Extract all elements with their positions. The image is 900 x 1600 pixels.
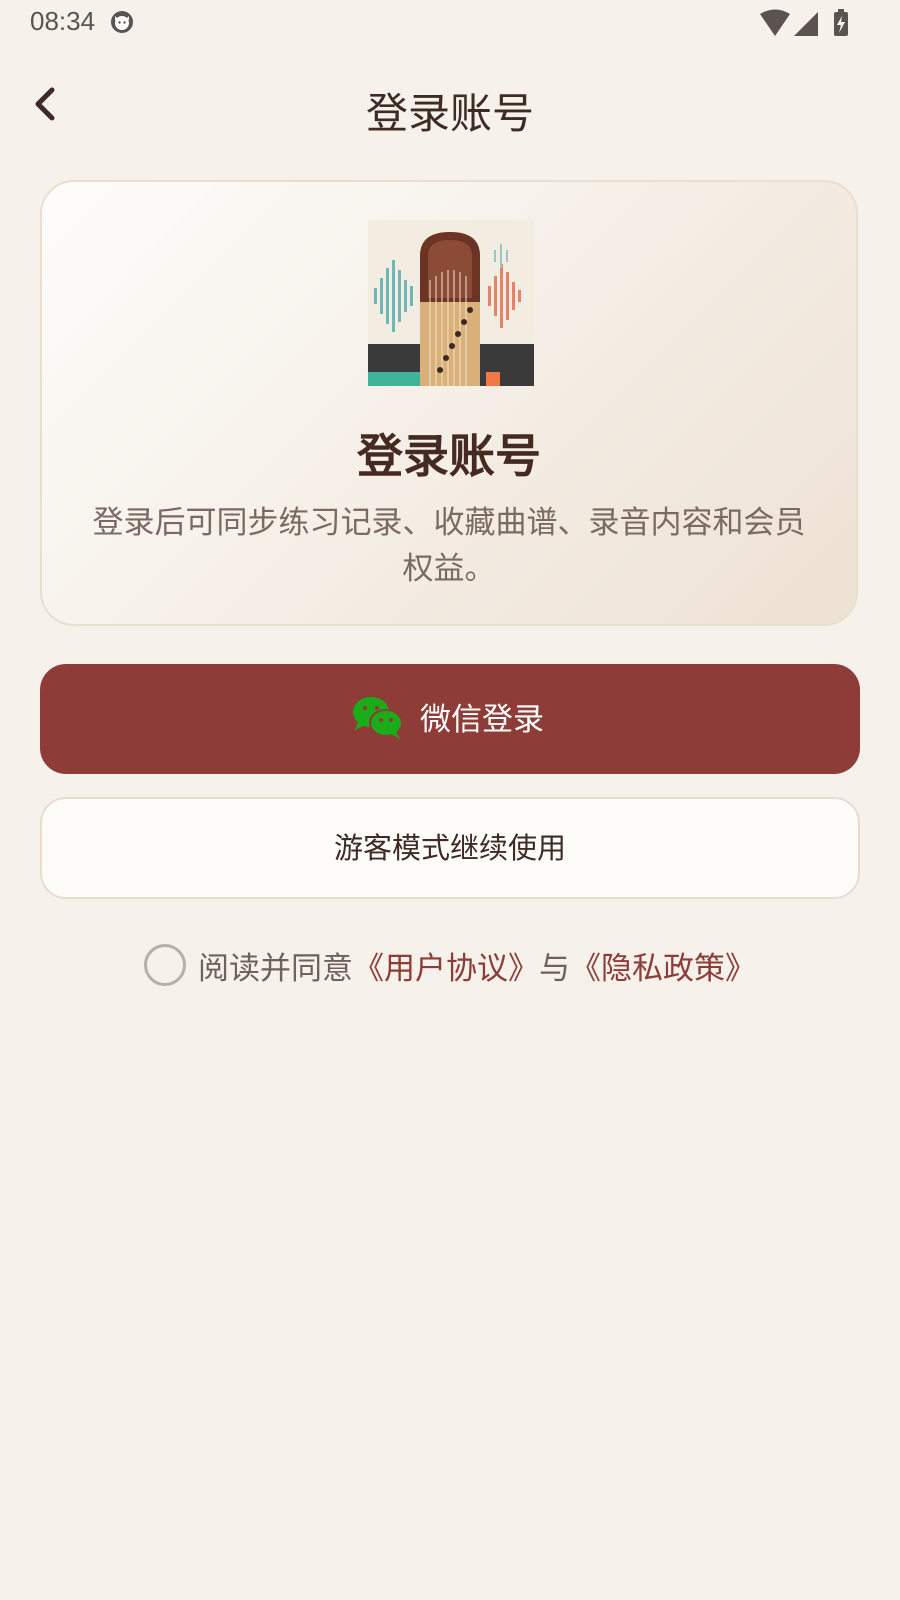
status-icons (760, 9, 848, 36)
privacy-policy-link[interactable]: 《隐私政策》 (570, 943, 756, 988)
wechat-login-button[interactable]: 微信登录 (40, 664, 860, 774)
cat-icon (111, 11, 133, 33)
agreement-checkbox[interactable] (144, 944, 186, 986)
page-title: 登录账号 (365, 89, 534, 138)
wifi-icon (760, 9, 790, 36)
agreement-connector: 与 (539, 950, 570, 987)
agreement-prefix: 阅读并同意 (198, 950, 353, 987)
card-description: 登录后可同步练习记录、收藏曲谱、录音内容和会员权益。 (92, 505, 806, 587)
guest-mode-button[interactable]: 游客模式继续使用 (40, 797, 860, 899)
agreement-row: 阅读并同意 《用户协议》 与 《隐私政策》 (0, 938, 900, 992)
login-card: 登录账号 登录后可同步练习记录、收藏曲谱、录音内容和会员权益。 (40, 180, 858, 626)
card-title: 登录账号 (357, 429, 541, 483)
wechat-icon (353, 697, 403, 739)
battery-charging-icon (834, 9, 848, 36)
guzheng-app-icon (368, 220, 534, 386)
status-bar: 08:34 (0, 0, 900, 46)
nav-bar: 登录账号 (0, 60, 900, 150)
user-agreement-link[interactable]: 《用户协议》 (353, 943, 539, 988)
status-time: 08:34 (30, 6, 96, 36)
wechat-login-label: 微信登录 (420, 702, 544, 738)
signal-icon (794, 12, 818, 36)
